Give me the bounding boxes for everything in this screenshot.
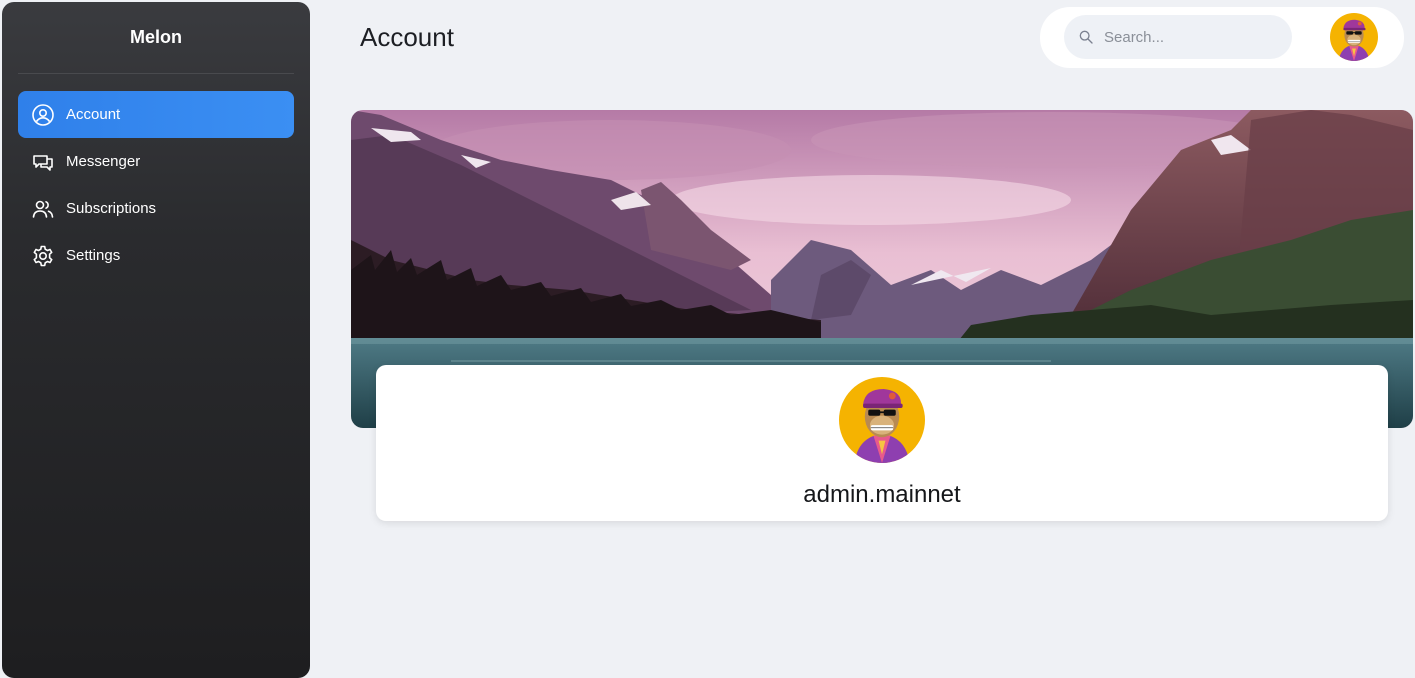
sidebar-nav: Account Messenger Subscriptions Settings [2,74,310,279]
chat-bubbles-icon [31,150,55,174]
sidebar-item-messenger[interactable]: Messenger [18,138,294,185]
profile-card: admin.mainnet [376,365,1388,521]
brand-logo[interactable]: Melon [18,2,294,74]
page-title: Account [360,22,454,52]
sidebar-item-label: Subscriptions [66,200,157,217]
ape-avatar-icon [839,377,925,463]
search-icon [1079,30,1093,44]
profile-username: admin.mainnet [803,481,961,508]
top-bar [1040,7,1404,68]
sidebar-item-label: Settings [66,247,121,264]
sidebar-item-account[interactable]: Account [18,91,294,138]
sidebar-item-label: Account [66,106,121,123]
sidebar: Melon Account Messenger Subscriptions Se… [2,2,310,678]
sidebar-item-label: Messenger [66,153,141,170]
sidebar-item-subscriptions[interactable]: Subscriptions [18,185,294,232]
users-icon [31,197,55,221]
user-avatar[interactable] [1330,13,1378,61]
gear-icon [31,244,55,268]
search-box[interactable] [1064,15,1292,59]
search-input[interactable] [1104,28,1274,46]
sidebar-item-settings[interactable]: Settings [18,232,294,279]
user-circle-icon [31,103,55,127]
ape-avatar-icon [1330,13,1378,61]
profile-avatar[interactable] [839,377,925,463]
